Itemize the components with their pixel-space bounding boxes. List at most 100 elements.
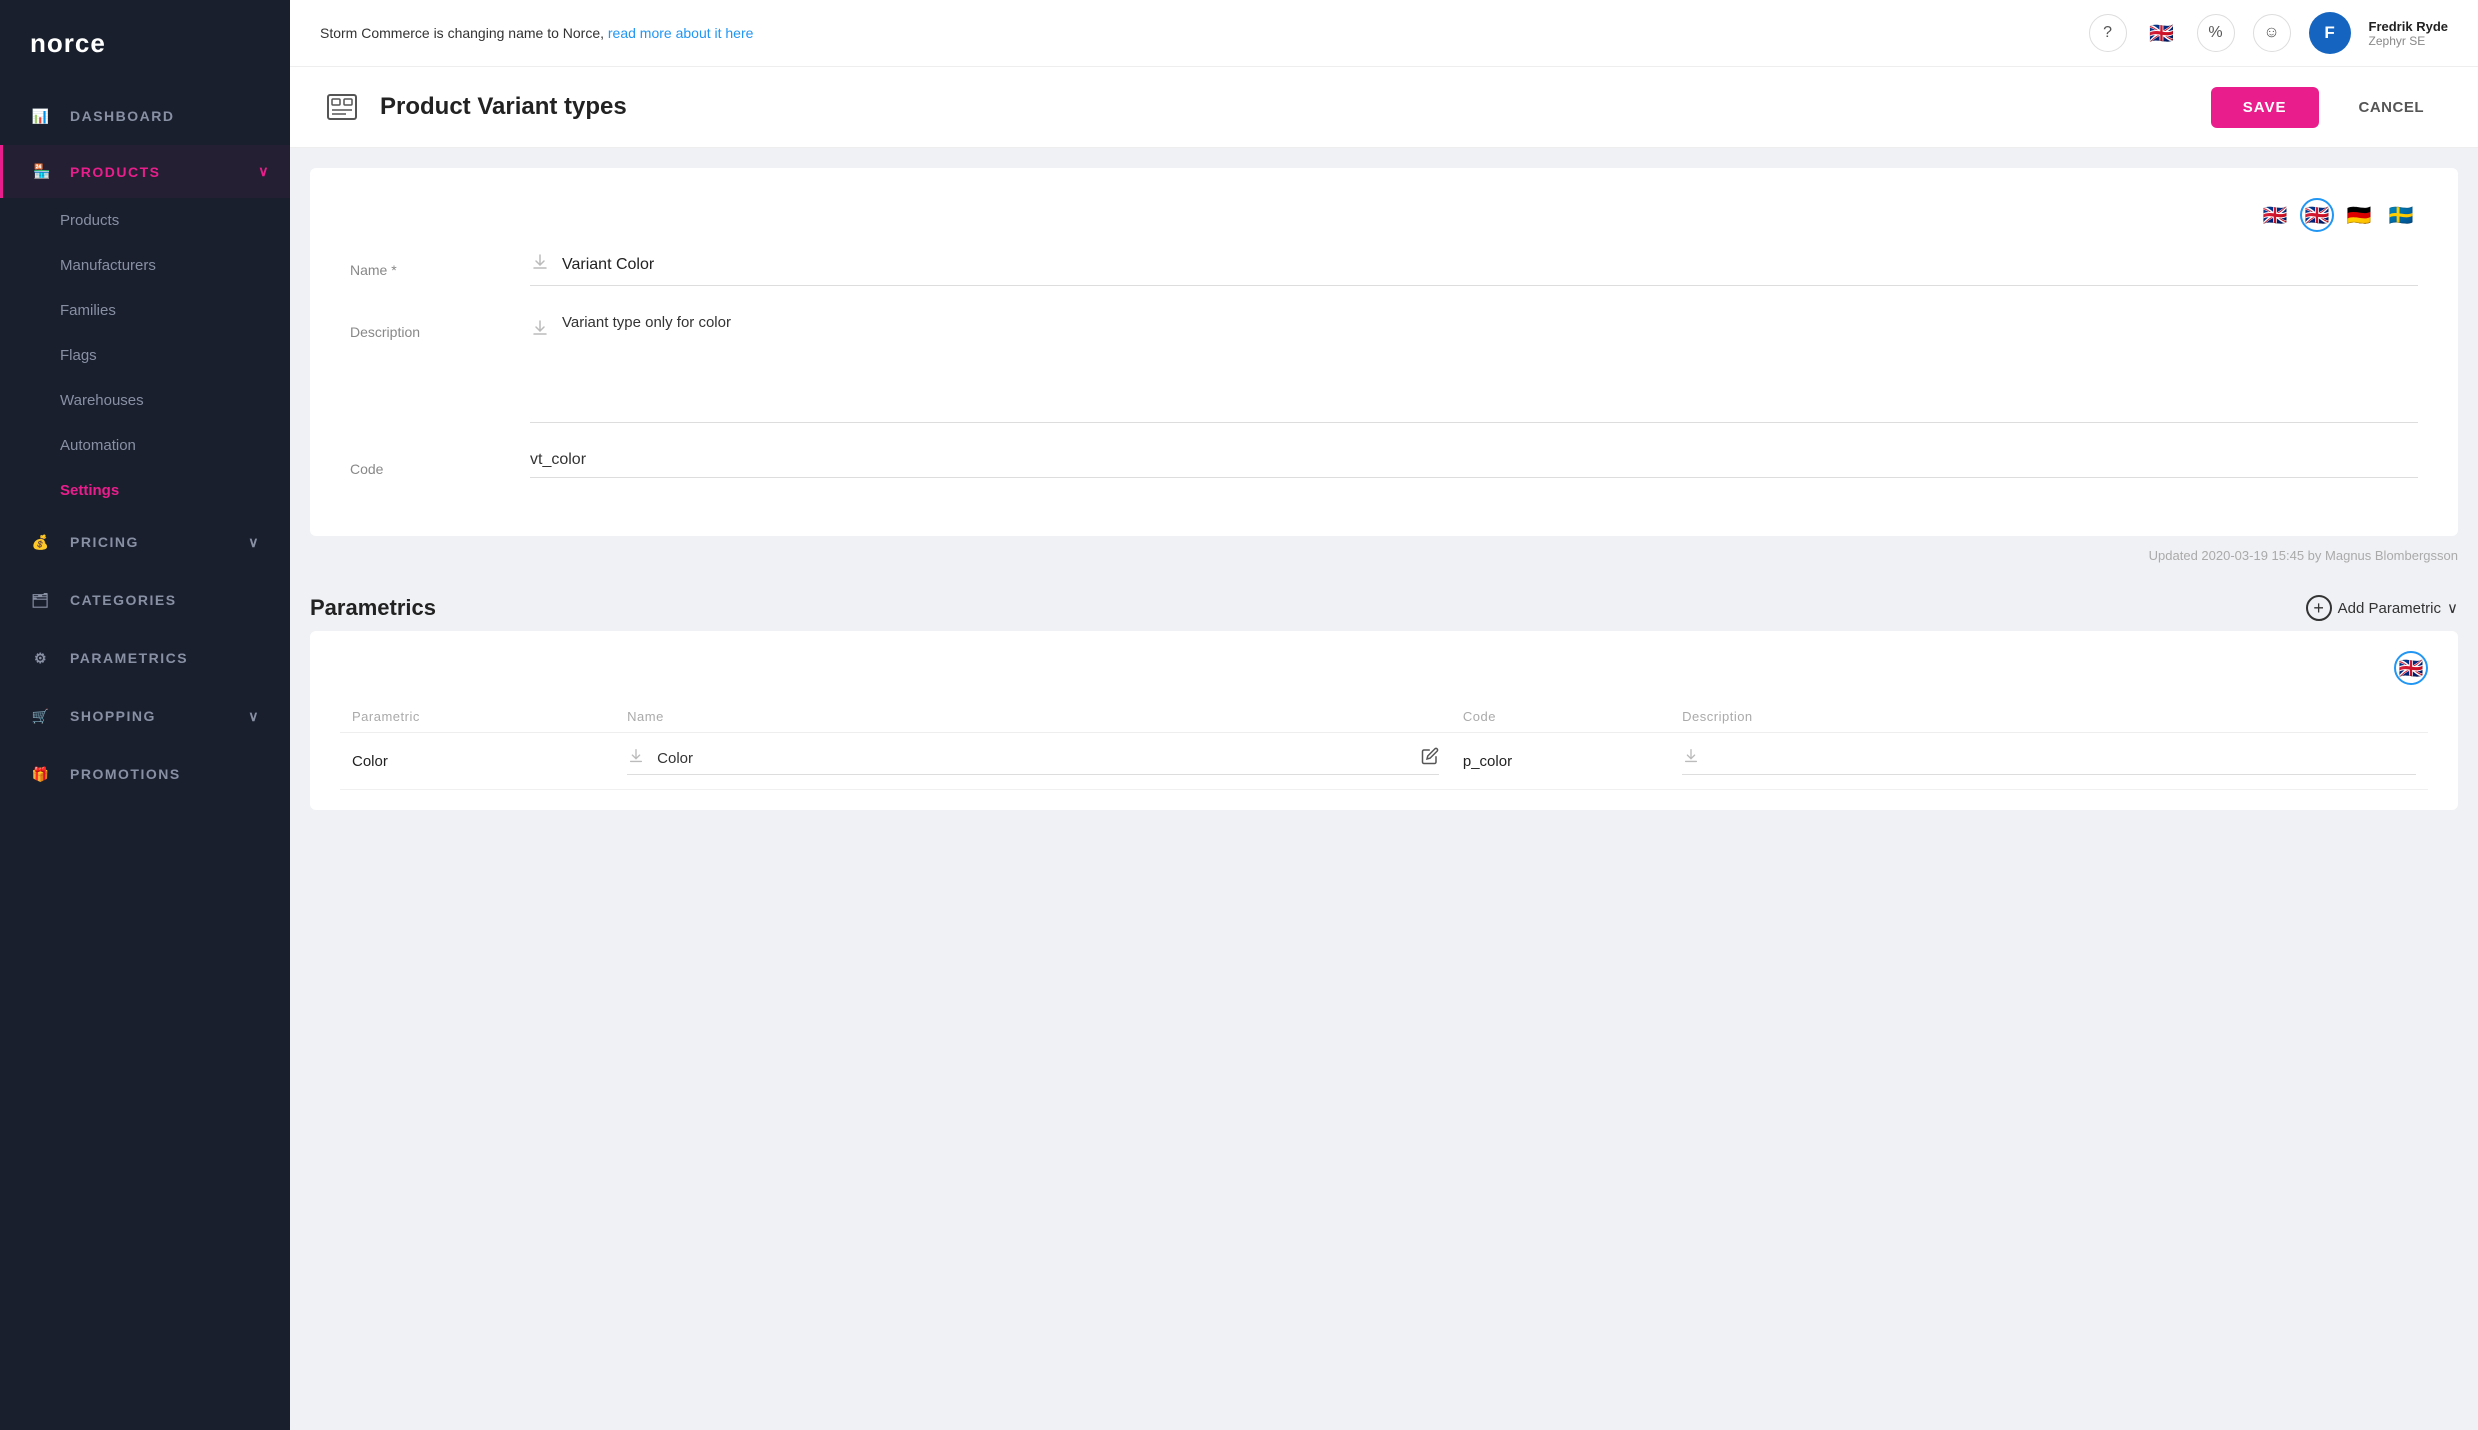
col-parametric: Parametric bbox=[340, 701, 615, 733]
description-input[interactable]: Variant type only for color bbox=[562, 314, 2418, 414]
flag-option-3[interactable]: 🇩🇪 bbox=[2342, 198, 2376, 232]
logo-text: norce bbox=[30, 28, 106, 59]
description-label: Description bbox=[350, 314, 510, 340]
sidebar-item-promotions[interactable]: 🎁 PROMOTIONS bbox=[0, 745, 290, 803]
banner-link[interactable]: read more about it here bbox=[608, 25, 754, 41]
products-icon: 🏪 bbox=[33, 163, 52, 180]
flag-option-4[interactable]: 🇸🇪 bbox=[2384, 198, 2418, 232]
sidebar-item-label: CATEGORIES bbox=[70, 592, 177, 608]
top-banner-right: ? 🇬🇧 % ☺ F Fredrik Ryde Zephyr SE bbox=[2089, 12, 2448, 54]
param-desc-input[interactable] bbox=[1712, 750, 2416, 767]
page-actions: SAVE CANCEL bbox=[2211, 87, 2448, 128]
name-label: Name * bbox=[350, 252, 510, 278]
code-label: Code bbox=[350, 451, 510, 477]
flag-option-2[interactable]: 🇬🇧 bbox=[2300, 198, 2334, 232]
page-header: Product Variant types SAVE CANCEL bbox=[290, 67, 2478, 148]
updated-text: Updated 2020-03-19 15:45 by Magnus Blomb… bbox=[290, 536, 2478, 575]
table-row: Color bbox=[340, 733, 2428, 790]
sidebar-item-label: PROMOTIONS bbox=[70, 766, 181, 782]
sidebar-item-label: SHOPPING bbox=[70, 708, 156, 724]
code-input[interactable] bbox=[530, 451, 2418, 469]
edit-icon[interactable] bbox=[1421, 747, 1439, 770]
description-field-row: Description Variant type only for color bbox=[350, 314, 2418, 423]
sidebar-item-pricing[interactable]: 💰 PRICING ∨ bbox=[0, 513, 290, 571]
smile-button[interactable]: ☺ bbox=[2253, 14, 2291, 52]
top-banner: Storm Commerce is changing name to Norce… bbox=[290, 0, 2478, 67]
products-submenu: Products Manufacturers Families Flags Wa… bbox=[0, 198, 290, 513]
dashboard-icon: 📊 bbox=[30, 105, 52, 127]
add-parametric-label: Add Parametric bbox=[2338, 600, 2441, 617]
cell-parametric: Color bbox=[340, 733, 615, 790]
sidebar-item-categories[interactable]: 🗂 CATEGORIES bbox=[0, 571, 290, 629]
parametrics-icon: ⚙ bbox=[30, 647, 52, 669]
parametrics-header: Parametrics + Add Parametric ∨ bbox=[290, 575, 2478, 631]
chevron-down-icon: ∨ bbox=[2447, 599, 2458, 617]
sidebar: norce 📊 DASHBOARD 🏪 PRODUCTS ∨ Products … bbox=[0, 0, 290, 1430]
sidebar-item-label: DASHBOARD bbox=[70, 108, 175, 124]
sidebar-item-manufacturers[interactable]: Manufacturers bbox=[0, 243, 290, 288]
page-title: Product Variant types bbox=[380, 93, 627, 121]
import-icon bbox=[530, 252, 552, 277]
chevron-down-icon: ∨ bbox=[258, 163, 270, 180]
promotions-icon: 🎁 bbox=[30, 763, 52, 785]
content-area: 🇬🇧 🇬🇧 🇩🇪 🇸🇪 Name * bbox=[290, 148, 2478, 1430]
cell-name bbox=[615, 733, 1451, 790]
sidebar-item-shopping[interactable]: 🛒 SHOPPING ∨ bbox=[0, 687, 290, 745]
user-info: Fredrik Ryde Zephyr SE bbox=[2369, 19, 2448, 48]
col-description: Description bbox=[1670, 701, 2428, 733]
user-company: Zephyr SE bbox=[2369, 34, 2448, 48]
page-icon bbox=[320, 85, 364, 129]
sidebar-item-label: PARAMETRICS bbox=[70, 650, 188, 666]
import-icon-desc-param bbox=[1682, 747, 1704, 770]
import-icon-desc bbox=[530, 318, 552, 343]
name-field-row: Name * bbox=[350, 252, 2418, 286]
percent-button[interactable]: % bbox=[2197, 14, 2235, 52]
cancel-button[interactable]: CANCEL bbox=[2335, 87, 2449, 128]
sidebar-item-label: PRODUCTS bbox=[70, 164, 161, 180]
col-name: Name bbox=[615, 701, 1451, 733]
sidebar-item-automation[interactable]: Automation bbox=[0, 423, 290, 468]
param-flag-gb[interactable]: 🇬🇧 bbox=[2394, 651, 2428, 685]
chevron-down-icon: ∨ bbox=[248, 708, 260, 725]
add-parametric-button[interactable]: + Add Parametric ∨ bbox=[2306, 595, 2458, 621]
form-card: 🇬🇧 🇬🇧 🇩🇪 🇸🇪 Name * bbox=[310, 168, 2458, 536]
cell-code: p_color bbox=[1451, 733, 1670, 790]
sidebar-item-parametrics[interactable]: ⚙ PARAMETRICS bbox=[0, 629, 290, 687]
lang-flags: 🇬🇧 🇬🇧 🇩🇪 🇸🇪 bbox=[350, 198, 2418, 232]
description-input-wrap: Variant type only for color bbox=[530, 314, 2418, 423]
sidebar-item-flags[interactable]: Flags bbox=[0, 333, 290, 378]
shopping-icon: 🛒 bbox=[30, 705, 52, 727]
name-input[interactable] bbox=[562, 256, 2418, 274]
cell-description bbox=[1670, 733, 2428, 790]
parametrics-title: Parametrics bbox=[310, 595, 436, 621]
sidebar-item-label: PRICING bbox=[70, 534, 139, 550]
banner-message: Storm Commerce is changing name to Norce… bbox=[320, 25, 753, 41]
categories-icon: 🗂 bbox=[30, 589, 52, 611]
add-icon: + bbox=[2306, 595, 2332, 621]
logo: norce bbox=[0, 0, 290, 87]
pricing-icon: 💰 bbox=[30, 531, 52, 553]
sidebar-item-dashboard[interactable]: 📊 DASHBOARD bbox=[0, 87, 290, 145]
name-input-wrap bbox=[530, 252, 2418, 286]
param-name-input[interactable] bbox=[657, 750, 1413, 767]
sidebar-item-warehouses[interactable]: Warehouses bbox=[0, 378, 290, 423]
parametrics-table: Parametric Name Code Description Color bbox=[340, 701, 2428, 790]
import-icon-param bbox=[627, 747, 649, 770]
code-field-row: Code bbox=[350, 451, 2418, 478]
code-input-wrap bbox=[530, 451, 2418, 478]
parametrics-card: 🇬🇧 Parametric Name Code Description Colo… bbox=[310, 631, 2458, 810]
chevron-down-icon: ∨ bbox=[248, 534, 260, 551]
sidebar-item-products[interactable]: 🏪 PRODUCTS ∨ bbox=[0, 145, 290, 198]
sidebar-item-settings[interactable]: Settings bbox=[0, 468, 290, 513]
avatar[interactable]: F bbox=[2309, 12, 2351, 54]
save-button[interactable]: SAVE bbox=[2211, 87, 2319, 128]
flag-option-1[interactable]: 🇬🇧 bbox=[2258, 198, 2292, 232]
flag-gb[interactable]: 🇬🇧 bbox=[2145, 16, 2179, 50]
sidebar-item-families[interactable]: Families bbox=[0, 288, 290, 333]
help-button[interactable]: ? bbox=[2089, 14, 2127, 52]
col-code: Code bbox=[1451, 701, 1670, 733]
parametrics-lang-row: 🇬🇧 bbox=[340, 651, 2428, 685]
page-title-row: Product Variant types bbox=[320, 85, 627, 129]
user-name: Fredrik Ryde bbox=[2369, 19, 2448, 34]
sidebar-item-products-sub[interactable]: Products bbox=[0, 198, 290, 243]
